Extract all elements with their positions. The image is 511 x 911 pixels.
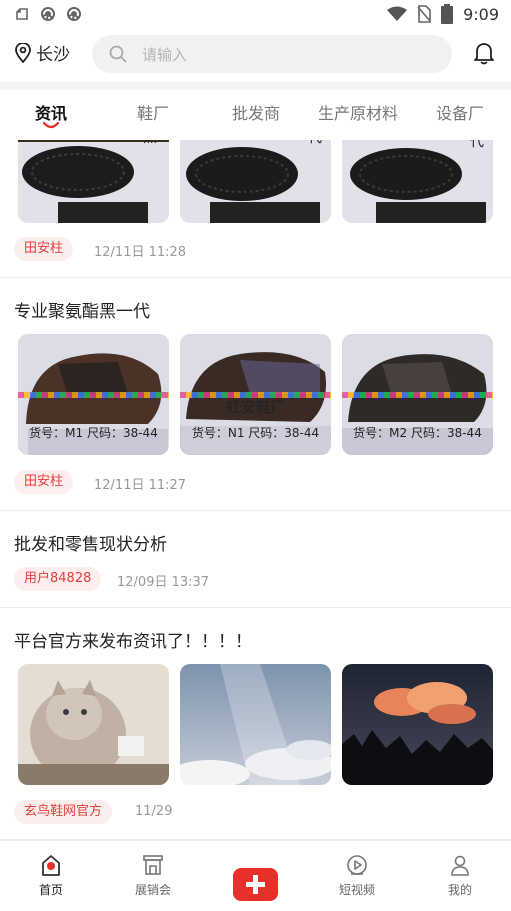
author-tag[interactable]: 玄鸟鞋网官方 <box>14 800 113 824</box>
divider <box>0 607 511 608</box>
header-divider <box>0 82 511 90</box>
news-image-row: 黑 代 代 <box>18 140 493 223</box>
sync-icon <box>40 6 56 22</box>
profile-icon <box>451 855 469 876</box>
active-tab-indicator <box>43 122 59 129</box>
location-pin-icon <box>15 42 31 63</box>
bottom-navigation: 首页 展销会 短视频 我的 <box>0 840 511 911</box>
no-sim-icon <box>417 5 431 23</box>
shoe-sole-image[interactable]: 黑 <box>18 140 169 223</box>
news-title[interactable]: 平台官方来发布资讯了！！！！ <box>14 627 252 652</box>
nav-exhibition[interactable]: 展销会 <box>118 853 188 898</box>
nav-home[interactable]: 首页 <box>16 853 86 898</box>
sunset-cloud-photo[interactable] <box>342 664 493 785</box>
tab-equipment-factory[interactable]: 设备厂 <box>436 100 484 124</box>
shoe-sole-image[interactable]: 代 <box>342 140 493 223</box>
location-label: 长沙 <box>36 45 70 65</box>
svg-text:代: 代 <box>308 140 322 146</box>
home-icon <box>42 855 60 876</box>
location-selector[interactable]: 长沙 <box>14 40 70 65</box>
brand-watermark: 虹安鞋厂 <box>225 398 286 416</box>
top-header: 长沙 请输入 <box>0 28 511 82</box>
product-caption: 货号：M2 尺码：38-44 <box>353 426 482 440</box>
shoe-product-image[interactable]: 货号：M1 尺码：38-44 <box>18 334 169 455</box>
author-tag[interactable]: 田安柱 <box>14 237 74 261</box>
post-time: 12/09日 13:37 <box>117 575 210 590</box>
video-icon <box>347 855 367 875</box>
search-icon <box>109 45 127 63</box>
clock: 9:09 <box>463 4 499 24</box>
bell-icon[interactable] <box>473 41 495 65</box>
news-feed[interactable]: 黑 代 代 田安柱 <box>0 140 511 840</box>
news-image-row: 货号：M1 尺码：38-44 虹安鞋厂 货号：N1 尺码：38-44 货号：M2 <box>18 334 493 455</box>
tab-wholesaler[interactable]: 批发商 <box>232 100 280 124</box>
svg-text:黑: 黑 <box>143 140 157 146</box>
news-image-row <box>18 664 493 785</box>
app-notification-icon <box>14 6 30 22</box>
tab-shoe-factory[interactable]: 鞋厂 <box>137 100 169 124</box>
shoe-product-image[interactable]: 货号：M2 尺码：38-44 <box>342 334 493 455</box>
status-bar: 9:09 <box>0 0 511 28</box>
divider <box>0 277 511 278</box>
search-input[interactable]: 请输入 <box>92 35 452 73</box>
nav-short-video-label: 短视频 <box>338 883 375 897</box>
author-tag[interactable]: 田安柱 <box>14 470 74 494</box>
category-tabs: 资讯 鞋厂 批发商 生产原材料 设备厂 <box>0 90 511 140</box>
shoe-product-image[interactable]: 虹安鞋厂 货号：N1 尺码：38-44 <box>180 334 331 455</box>
post-time: 11/29 <box>135 804 173 819</box>
wifi-icon <box>387 6 408 21</box>
post-time: 12/11日 11:28 <box>94 245 187 260</box>
publish-plus-button[interactable] <box>233 868 278 901</box>
nav-profile-label: 我的 <box>447 883 472 897</box>
search-placeholder: 请输入 <box>142 45 188 64</box>
decorative-hearts <box>18 392 169 398</box>
cat-photo[interactable] <box>18 664 169 785</box>
post-time: 12/11日 11:27 <box>94 478 187 493</box>
tab-raw-materials[interactable]: 生产原材料 <box>318 100 398 124</box>
status-icons-right: 9:09 <box>387 4 499 24</box>
tab-news[interactable]: 资讯 <box>35 100 67 124</box>
nav-home-label: 首页 <box>38 883 63 897</box>
svg-text:代: 代 <box>470 140 484 150</box>
decorative-hearts <box>342 392 493 398</box>
news-title[interactable]: 批发和零售现状分析 <box>14 530 167 555</box>
news-title[interactable]: 专业聚氨酯黑一代 <box>14 297 150 322</box>
author-tag[interactable]: 用户84828 <box>14 567 102 591</box>
nav-exhibition-label: 展销会 <box>134 883 171 897</box>
status-icons-left <box>14 6 82 22</box>
battery-icon <box>441 4 454 24</box>
product-caption: 货号：N1 尺码：38-44 <box>191 426 320 440</box>
nav-profile[interactable]: 我的 <box>425 853 495 898</box>
product-caption: 货号：M1 尺码：38-44 <box>29 426 158 440</box>
sky-photo[interactable] <box>180 664 331 785</box>
sync-icon <box>66 6 82 22</box>
exhibition-icon <box>143 855 163 875</box>
nav-short-video[interactable]: 短视频 <box>322 853 392 898</box>
shoe-sole-image[interactable]: 代 <box>180 140 331 223</box>
divider <box>0 510 511 511</box>
